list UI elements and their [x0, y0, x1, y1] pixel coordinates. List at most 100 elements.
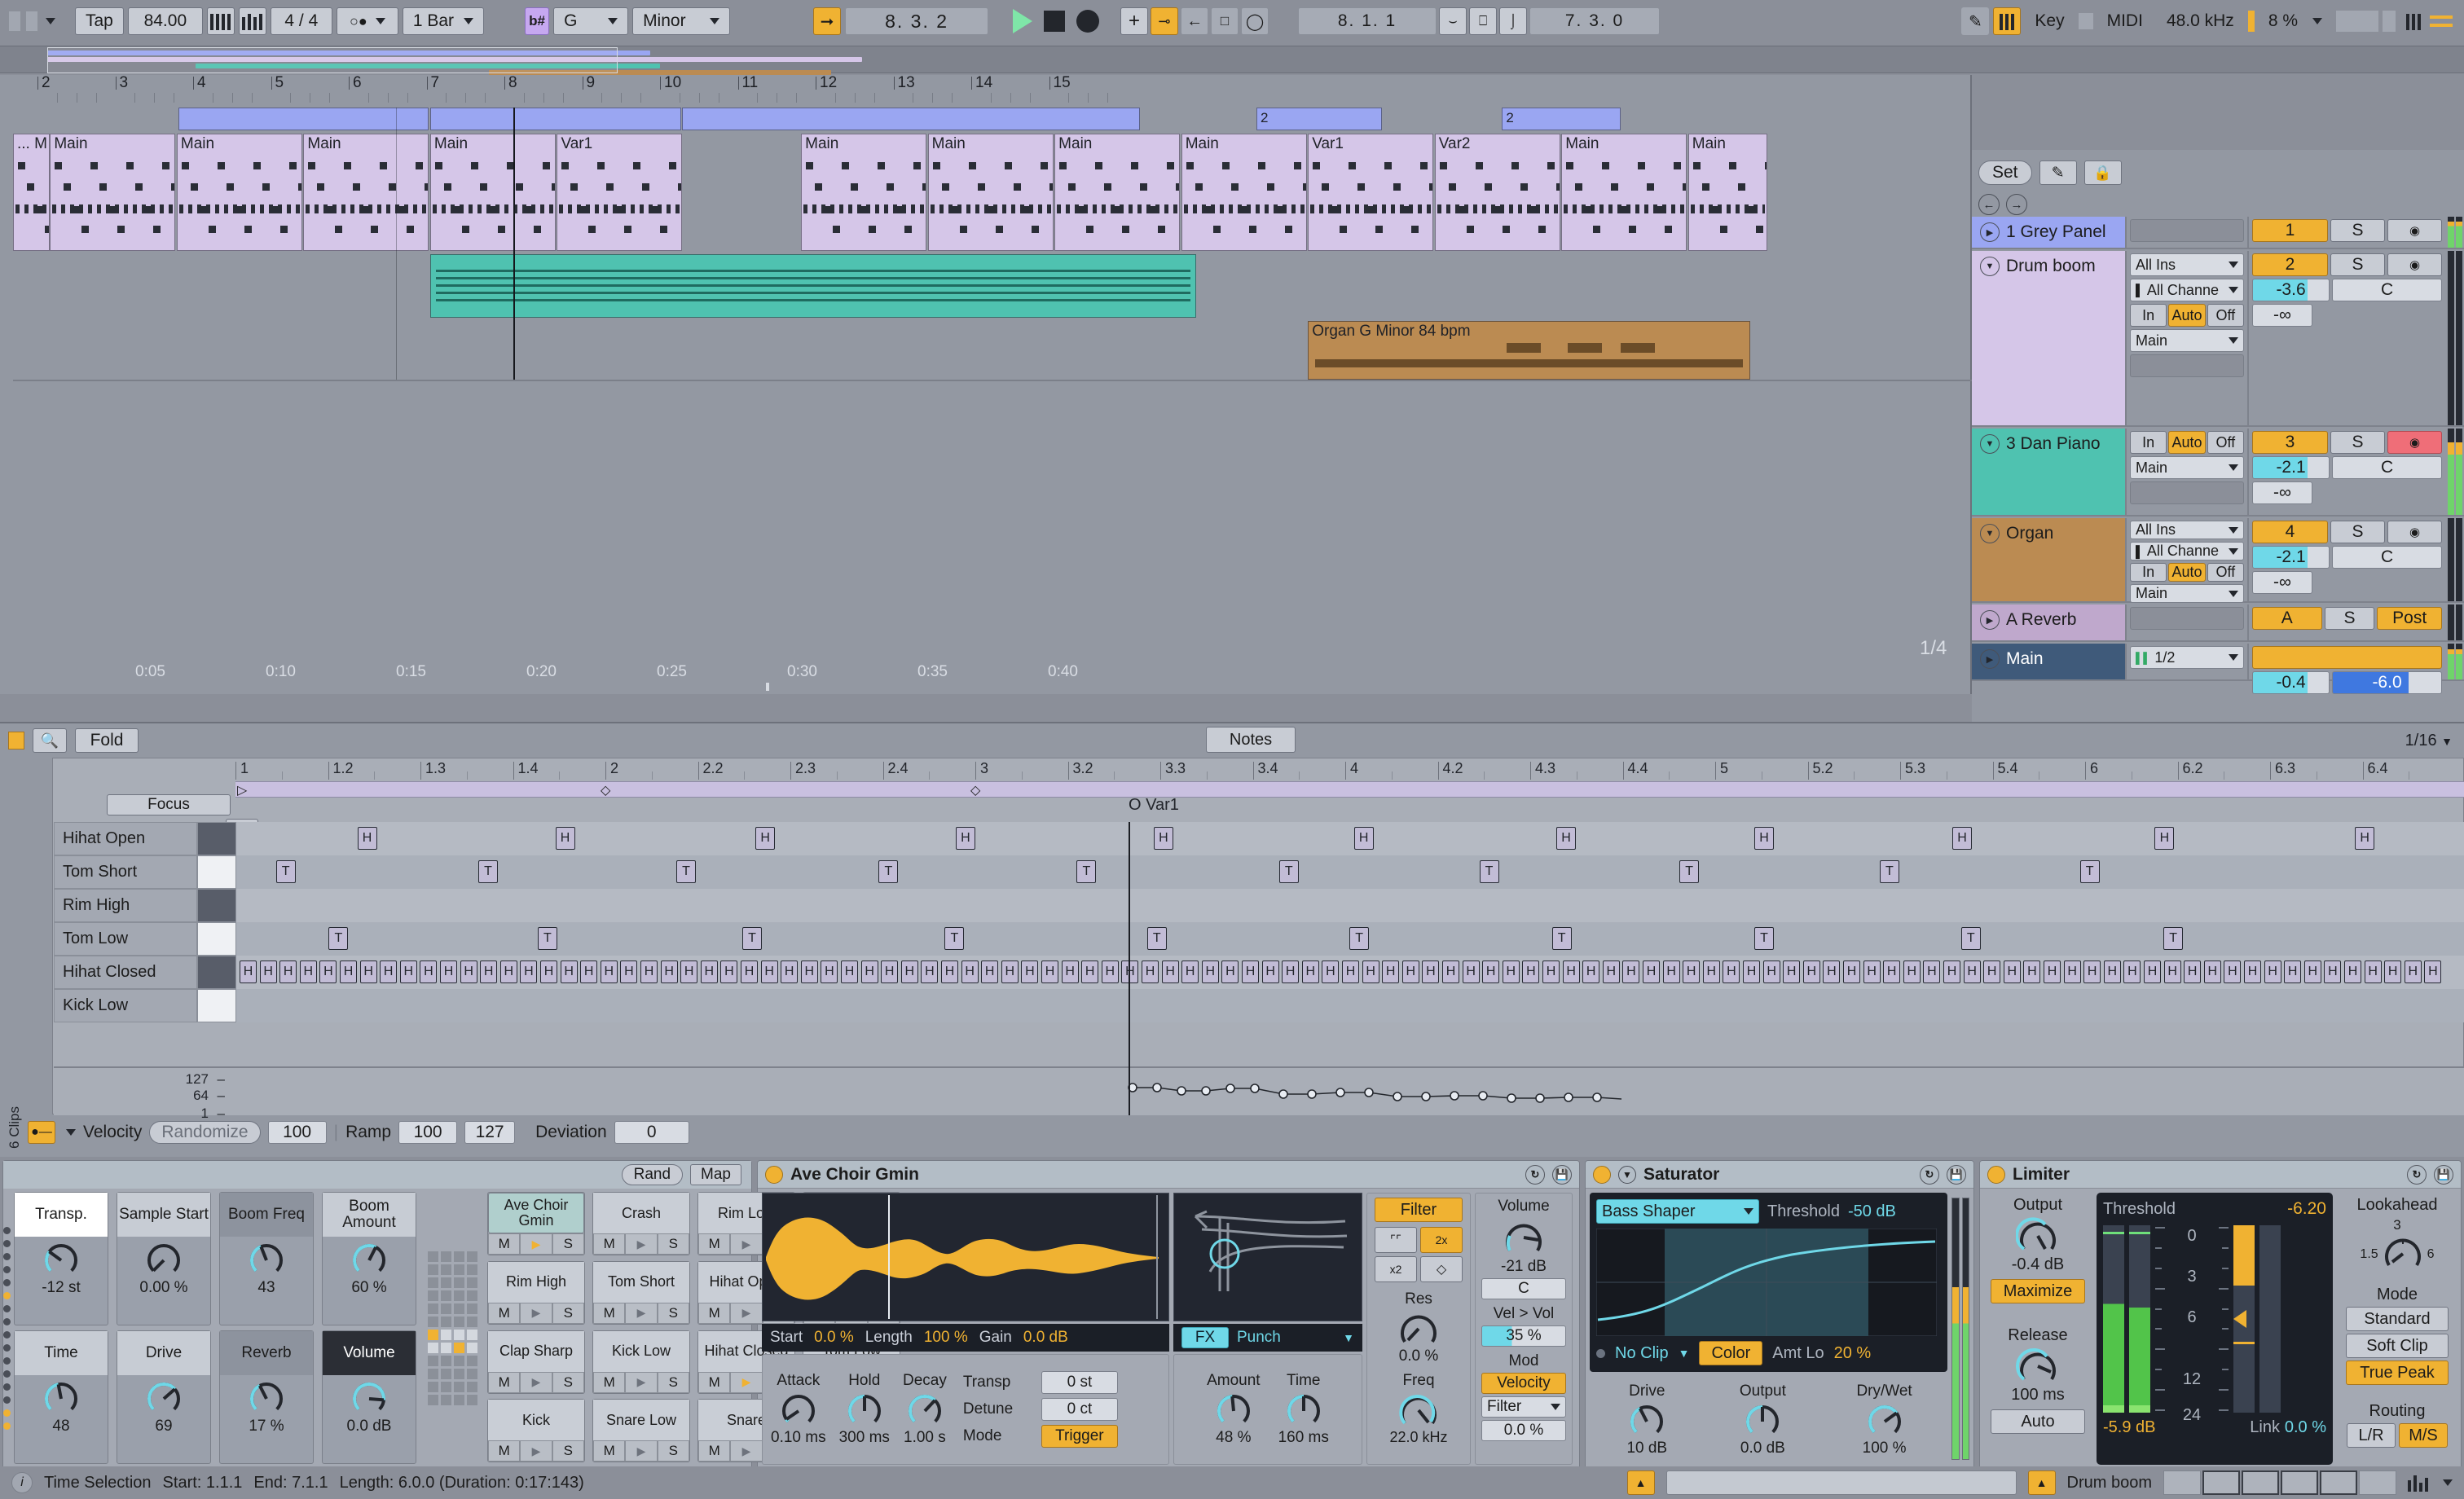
- track-controls[interactable]: -0.4 -6.0: [2247, 644, 2445, 694]
- monitor-auto[interactable]: Auto: [2168, 431, 2206, 454]
- device-power-icon[interactable]: [1987, 1165, 2005, 1184]
- midi-note[interactable]: H: [1622, 961, 1640, 983]
- pad-preview-icon[interactable]: ▶: [520, 1440, 552, 1462]
- mode-value[interactable]: Trigger: [1041, 1425, 1118, 1448]
- hamburger-menu-icon[interactable]: [2430, 15, 2453, 27]
- midi-note[interactable]: T: [944, 927, 965, 950]
- midi-note[interactable]: H: [1282, 961, 1300, 983]
- randomize-value[interactable]: 100: [267, 1121, 327, 1144]
- pad-preview-icon[interactable]: ▶: [625, 1440, 658, 1462]
- lock-icon[interactable]: 🔒: [2083, 160, 2122, 185]
- arrangement-clip[interactable]: [429, 108, 681, 130]
- key-accidental-badge[interactable]: b#: [525, 7, 550, 35]
- drum-row-name[interactable]: Hihat Closed: [54, 956, 197, 989]
- overview-icon[interactable]: [2408, 1474, 2428, 1492]
- drum-row-name[interactable]: Tom Short: [54, 855, 197, 889]
- arrangement-clip[interactable]: Main: [429, 134, 556, 251]
- arrangement-clip[interactable]: Main: [1181, 134, 1307, 251]
- saturator-shape-selector[interactable]: Bass Shaper: [1596, 1199, 1759, 1224]
- midi-note[interactable]: H: [2203, 961, 2221, 983]
- macro-knob[interactable]: [244, 1378, 288, 1416]
- saturator-knob[interactable]: [1740, 1401, 1784, 1439]
- midi-note[interactable]: H: [760, 961, 778, 983]
- midi-note[interactable]: H: [1342, 961, 1359, 983]
- midi-note[interactable]: H: [2123, 961, 2141, 983]
- midi-note[interactable]: H: [279, 961, 297, 983]
- save-icon[interactable]: 💾: [1552, 1164, 1572, 1185]
- chevron-down-icon[interactable]: ▼: [1980, 257, 2000, 276]
- arrangement-clip[interactable]: Main: [801, 134, 927, 251]
- input-channel-selector[interactable]: ▌ All Channe: [2130, 279, 2244, 301]
- io-placeholder[interactable]: [2130, 481, 2244, 504]
- env-knob[interactable]: [903, 1391, 947, 1428]
- midi-note[interactable]: H: [961, 961, 979, 983]
- drum-row-grid[interactable]: TTTTTTTTTT: [236, 855, 2464, 889]
- tap-tempo-button[interactable]: Tap: [75, 7, 124, 35]
- midi-note[interactable]: H: [1482, 961, 1500, 983]
- midi-note[interactable]: H: [2184, 961, 2202, 983]
- track-number[interactable]: [2252, 646, 2442, 669]
- time-signature-field[interactable]: 4 / 4: [270, 7, 332, 35]
- send-value[interactable]: -∞: [2252, 481, 2312, 504]
- clip-mode[interactable]: No Clip: [1615, 1344, 1669, 1363]
- send-value[interactable]: -∞: [2252, 571, 2312, 594]
- triangle-up-icon-2[interactable]: ▲: [2027, 1470, 2056, 1495]
- fold-button[interactable]: Fold: [75, 728, 139, 753]
- macro-transp-[interactable]: Transp. -12 st: [14, 1192, 108, 1325]
- auto-release-toggle[interactable]: Auto: [1991, 1409, 2085, 1434]
- link-dropdown-icon[interactable]: [46, 18, 55, 24]
- midi-note[interactable]: H: [1001, 961, 1019, 983]
- midi-note[interactable]: H: [1662, 961, 1680, 983]
- limiter-threshold-value[interactable]: -6.20: [2287, 1199, 2326, 1219]
- midi-note[interactable]: H: [600, 961, 618, 983]
- macro-knob[interactable]: [39, 1378, 83, 1416]
- play-triangle-icon[interactable]: ▶: [1980, 610, 2000, 630]
- mixer-track-3[interactable]: ▼ Organ All Ins ▌ All Channe In Auto Off Main 4 S ◉…: [1972, 518, 2464, 603]
- focus-button[interactable]: Focus: [107, 794, 231, 815]
- arrangement-clip[interactable]: Main: [303, 134, 429, 251]
- midi-note[interactable]: H: [2063, 961, 2081, 983]
- monitor-off[interactable]: Off: [2207, 304, 2244, 327]
- drum-rack-overview-grid[interactable]: [428, 1251, 477, 1405]
- record-arm-icon[interactable]: ◉: [2387, 521, 2442, 543]
- stop-icon[interactable]: [1044, 11, 1066, 32]
- midi-note[interactable]: H: [560, 961, 578, 983]
- midi-note[interactable]: H: [800, 961, 818, 983]
- drum-pad-ave-choir-gmin[interactable]: Ave Choir Gmin M ▶ S: [487, 1192, 585, 1255]
- midi-note[interactable]: H: [1201, 961, 1219, 983]
- pad-mute-button[interactable]: M: [593, 1440, 626, 1462]
- midi-note[interactable]: H: [1522, 961, 1540, 983]
- monitor-in[interactable]: In: [2130, 431, 2167, 454]
- pad-mute-button[interactable]: M: [488, 1302, 521, 1324]
- midi-note[interactable]: H: [1462, 961, 1480, 983]
- macro-knob[interactable]: [244, 1240, 288, 1277]
- pad-solo-button[interactable]: S: [657, 1233, 689, 1255]
- macro-label[interactable]: Drive: [117, 1331, 210, 1375]
- pad-mute-button[interactable]: M: [698, 1371, 731, 1393]
- track-number[interactable]: A: [2252, 607, 2322, 630]
- midi-note[interactable]: H: [540, 961, 557, 983]
- pad-preview-icon[interactable]: ▶: [520, 1302, 552, 1324]
- pad-preview-icon[interactable]: ▶: [520, 1371, 552, 1393]
- randomize-button[interactable]: Randomize: [149, 1121, 261, 1144]
- midi-note[interactable]: H: [921, 961, 939, 983]
- midi-note[interactable]: H: [2023, 961, 2041, 983]
- saturator-knob[interactable]: [1625, 1401, 1669, 1439]
- midi-note[interactable]: H: [259, 961, 277, 983]
- midi-note[interactable]: H: [1242, 961, 1259, 983]
- solo-button[interactable]: S: [2330, 253, 2385, 276]
- monitor-in[interactable]: In: [2130, 304, 2167, 327]
- midi-note[interactable]: H: [2144, 961, 2161, 983]
- env-decay[interactable]: Decay 1.00 s: [903, 1372, 947, 1447]
- chevron-down-icon[interactable]: ▼: [1980, 434, 2000, 454]
- drum-row-name[interactable]: Rim High: [54, 889, 197, 922]
- drum-row-name[interactable]: Kick Low: [54, 989, 197, 1022]
- midi-note[interactable]: H: [781, 961, 799, 983]
- pan-value[interactable]: C: [2332, 279, 2442, 301]
- midi-note[interactable]: H: [1322, 961, 1340, 983]
- arrow-left-icon[interactable]: ←: [1978, 194, 2000, 215]
- drum-row-pad[interactable]: [197, 889, 236, 922]
- pad-name[interactable]: Rim High: [488, 1261, 584, 1303]
- solo-button[interactable]: S: [2324, 607, 2375, 630]
- macro-label[interactable]: Boom Freq: [220, 1193, 313, 1237]
